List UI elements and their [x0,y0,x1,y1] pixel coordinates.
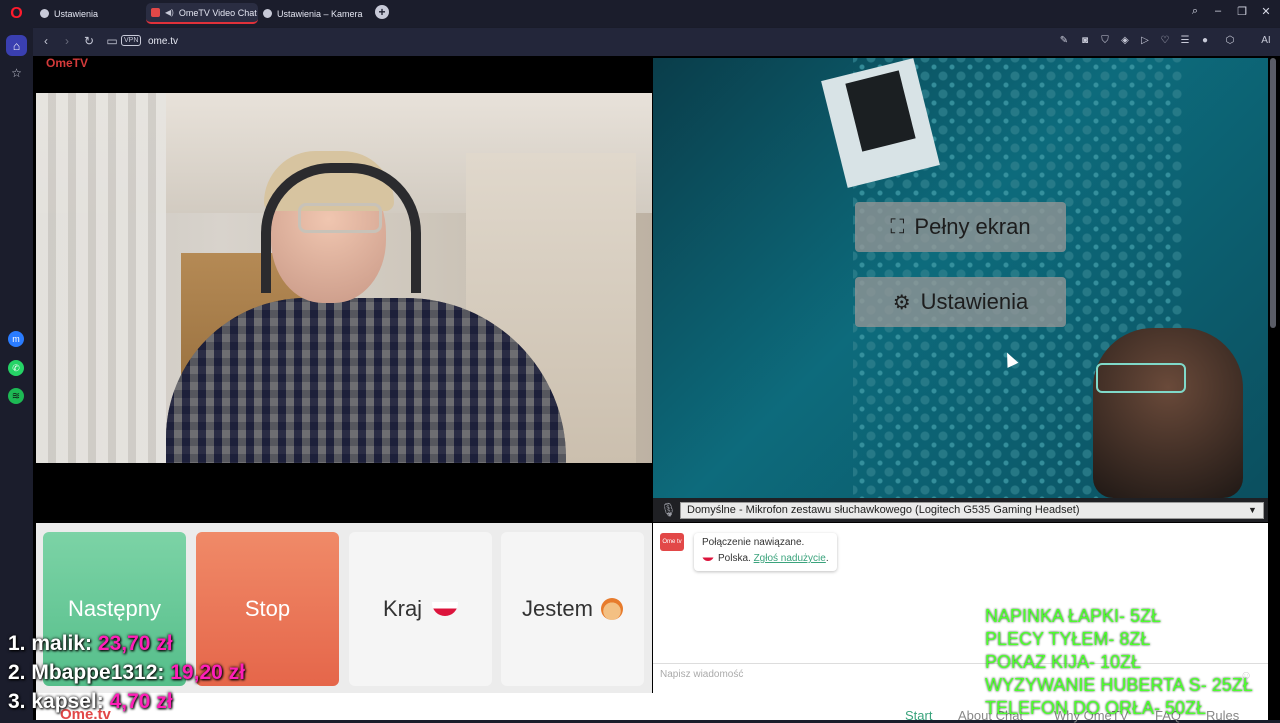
url-field[interactable]: ome.tv [148,36,178,47]
chat-divider [653,663,1268,664]
gender-button[interactable]: Jestem [501,532,644,686]
country-text: Polska. [718,553,751,564]
price-menu-item: WYZYWANIE HUBERTA S- 25ZŁ [985,675,1253,695]
spotify-icon[interactable]: ≋ [8,388,24,404]
donor-rank: 3. [8,690,26,713]
fullscreen-button[interactable]: ⛶ Pełny ekran [855,202,1066,252]
price-menu-item: TELEFON DO ORŁA- 50ZŁ [985,698,1207,718]
edit-icon[interactable]: ✎ [1058,35,1070,46]
video-remote-glasses [1096,363,1186,393]
home-icon[interactable]: ⌂ [6,35,27,56]
chat-logo-icon: Ome tv [660,533,684,551]
settings-label: Ustawienia [920,289,1029,314]
donor-amount: 19,20 zł [170,661,245,684]
video-curtain [36,93,166,463]
donor-entry: 3. kapsel: 4,70 zł [8,690,173,714]
messenger-icon[interactable]: m [8,331,24,347]
tab-label: Ustawienia [54,8,99,19]
price-menu-item: NAPINKA ŁAPKI- 5ZŁ [985,606,1162,626]
search-tabs-icon[interactable]: ⌕ [1187,5,1203,18]
heart-icon[interactable]: ♡ [1159,35,1171,46]
speaker-icon[interactable]: ◀) [165,8,174,17]
donor-name: Mbappe1312: [31,661,165,684]
gear-icon [263,9,272,18]
settings-button[interactable]: ⚙ Ustawienia [855,277,1066,327]
cube-icon[interactable]: ⬡ [1224,35,1236,46]
country-message: Polska. Zgłoś nadużycie. [702,553,829,564]
maximize-icon[interactable]: ❐ [1234,5,1250,18]
stop-label: Stop [244,596,291,621]
donor-rank: 1. [8,632,26,655]
fullscreen-label: Pełny ekran [914,214,1031,239]
address-bar-row: ‹ › ↻ ▭ VPN ome.tv ✎ ◙ ⛉ ◈ ▷ ♡ ☰ ● ⬡ AI [33,28,1280,56]
video-glasses [298,203,382,233]
aria-ai-button[interactable]: AI [1253,35,1279,46]
poland-flag-icon [702,555,714,561]
opera-logo-icon[interactable]: O [6,3,27,24]
tab-strip: Ustawienia ◀) OmeTV Video Chat - Ustawie… [33,0,1280,27]
profile-icon[interactable]: ● [1199,35,1211,46]
country-label: Kraj [382,596,423,621]
gender-label: Jestem [522,596,593,621]
vpn-badge[interactable]: VPN [121,35,142,46]
boy-avatar-icon [600,598,623,620]
close-icon[interactable]: ✕ [1258,5,1274,18]
donor-entry: 1. malik: 23,70 zł [8,632,173,656]
price-menu-item: POKAZ KIJA- 10ZŁ [985,652,1142,672]
menu-icon[interactable]: ☰ [1179,35,1191,46]
footer-link-rules[interactable]: Rules [1206,708,1239,723]
minimize-icon[interactable]: – [1210,5,1226,17]
play-icon[interactable]: ▷ [1139,35,1151,46]
reload-icon[interactable]: ↻ [82,34,96,48]
microphone-icon: 🎙 [660,502,677,517]
browser-sidebar: O ⌂ ☆ m ✆ ≋ [0,0,33,720]
chat-input[interactable]: Napisz wiadomość [660,669,743,680]
price-menu-item: PLECY TYŁEM- 8ZŁ [985,629,1151,649]
donor-entry: 2. Mbappe1312: 19,20 zł [8,661,245,685]
page-scrollbar[interactable] [1270,58,1276,328]
country-button[interactable]: Kraj [349,532,492,686]
whatsapp-icon[interactable]: ✆ [8,360,24,376]
chevron-down-icon[interactable]: ▼ [1248,505,1257,515]
bookmarks-icon[interactable]: ☆ [6,62,27,83]
fullscreen-icon: ⛶ [890,215,905,238]
donor-name: kapsel: [31,690,104,713]
tab-ometv[interactable]: ◀) OmeTV Video Chat - [146,3,258,24]
next-label: Następny [68,596,161,621]
extension-icon[interactable]: ◈ [1119,35,1131,46]
back-icon[interactable]: ‹ [39,34,53,48]
poland-flag-icon [432,602,459,616]
donor-name: malik: [31,632,93,655]
tab-ustawienia-kamera[interactable]: Ustawienia – Kamera [258,3,373,24]
ai-label: AI [1261,35,1271,46]
shield-icon[interactable]: ⛉ [1099,35,1111,46]
donor-rank: 2. [8,661,26,684]
connection-message: Połączenie nawiązane. [702,537,805,548]
footer-link-start[interactable]: Start [905,708,932,723]
report-abuse-link[interactable]: Zgłoś nadużycie [754,553,826,564]
report-suffix: . [825,553,829,564]
donor-amount: 4,70 zł [109,690,173,713]
donor-amount: 23,70 zł [97,632,173,655]
forward-icon[interactable]: › [60,34,74,48]
camera-icon[interactable]: ◙ [1079,35,1091,46]
local-video [36,93,652,463]
new-tab-button[interactable]: + [375,5,389,19]
tab-label: OmeTV Video Chat - [178,7,258,18]
video-remote-person [1093,328,1243,498]
ometv-logo: OmeTV [46,56,89,70]
gear-icon: ⚙ [892,291,911,314]
ometv-favicon-icon [151,8,160,17]
tab-ustawienia[interactable]: Ustawienia [35,3,143,24]
tab-label: Ustawienia – Kamera [277,8,363,19]
snapshot-icon[interactable]: ▭ [105,34,119,48]
gear-icon [40,9,49,18]
microphone-select[interactable]: Domyślne - Mikrofon zestawu słuchawkoweg… [680,502,1264,519]
